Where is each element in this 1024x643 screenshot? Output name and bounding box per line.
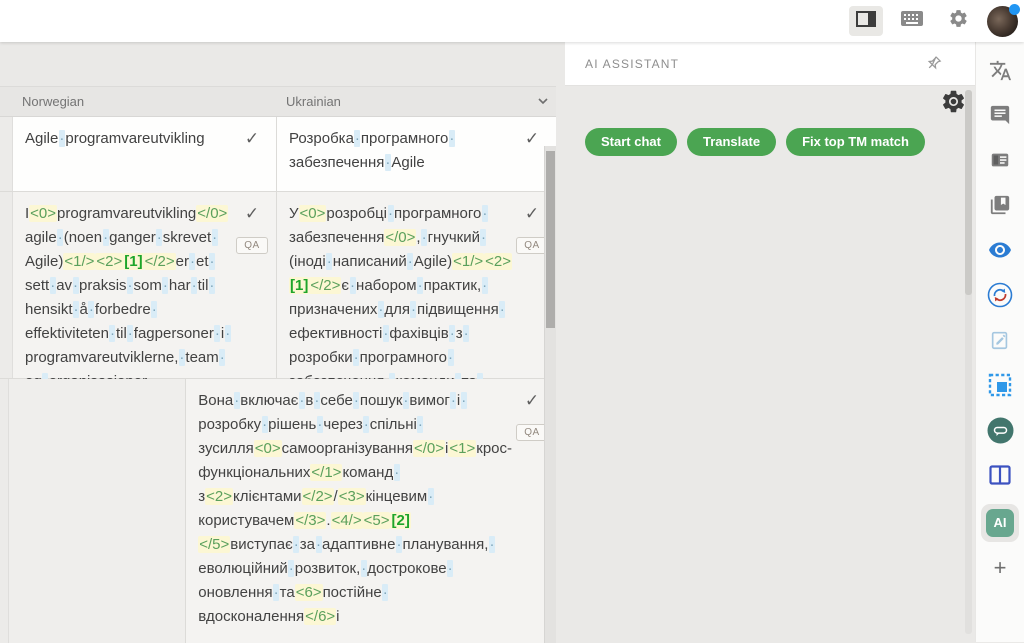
- eye-icon: [988, 238, 1012, 267]
- grid-scrollbar-thumb[interactable]: [546, 151, 555, 328]
- ai-assistant-panel: AI ASSISTANT Start chat Translate Fix to…: [565, 42, 975, 642]
- plus-icon: +: [994, 555, 1007, 581]
- assistant-scrollbar-thumb[interactable]: [965, 90, 972, 295]
- sidebar-item-sync[interactable]: [978, 275, 1023, 320]
- cell-text: I<0>programvareutvikling</0>agile·​(noen…: [25, 202, 232, 394]
- user-avatar[interactable]: [987, 6, 1018, 37]
- top-bar: [0, 0, 1024, 42]
- source-cell[interactable]: Agile·​programvareutvikling ✓: [13, 117, 277, 191]
- row-gutter: [0, 192, 13, 378]
- assistant-settings-gear-icon[interactable]: [940, 88, 967, 120]
- comments-icon: [989, 104, 1011, 131]
- sidebar-item-preview[interactable]: [978, 230, 1023, 275]
- sidebar-item-translate[interactable]: [978, 50, 1023, 95]
- translate-button[interactable]: Translate: [687, 128, 776, 156]
- online-status-dot: [1009, 4, 1020, 15]
- assistant-scrollbar: [965, 90, 972, 634]
- target-cell[interactable]: У<0>розробці·​програмного·​забезпечення<…: [277, 192, 556, 378]
- table-row: Вона·​включає·​в·​себе·​пошук·​вимог·​і·…: [0, 379, 556, 643]
- settings-button[interactable]: [941, 6, 975, 36]
- target-column-header: Ukrainian: [276, 94, 556, 109]
- row-gutter: [0, 379, 9, 643]
- approved-check-icon[interactable]: ✓: [525, 391, 539, 411]
- tools-sidebar: AI +: [975, 42, 1024, 642]
- sidebar-item-screenshot-crop[interactable]: [978, 365, 1023, 410]
- layout-toggle-button[interactable]: [849, 6, 883, 36]
- sidebar-item-chat[interactable]: [978, 410, 1023, 455]
- split-columns-icon: [989, 465, 1011, 490]
- sidebar-item-add[interactable]: +: [978, 545, 1023, 590]
- glossary-book-icon: [989, 194, 1011, 221]
- target-cell[interactable]: Вона·​включає·​в·​себе·​пошук·​вимог·​і·…: [186, 379, 556, 643]
- assistant-quick-actions: Start chat Translate Fix top TM match: [585, 128, 925, 156]
- table-row: Agile·​programvareutvikling ✓ Розробка·​…: [0, 117, 556, 192]
- source-cell[interactable]: I<0>programvareutvikling</0>agile·​(noen…: [13, 192, 277, 378]
- pin-icon[interactable]: [926, 54, 943, 76]
- ai-assistant-selected-bg: AI: [981, 504, 1019, 542]
- qa-issues-badge[interactable]: QA: [516, 237, 547, 254]
- assistant-title: AI ASSISTANT: [585, 57, 679, 71]
- crop-selection-icon: [988, 373, 1012, 402]
- grid-header: Norwegian Ukrainian: [0, 86, 556, 117]
- grid-gutter-header: [0, 87, 12, 116]
- approved-check-icon[interactable]: ✓: [245, 204, 259, 224]
- draft-pencil-icon: [989, 329, 1011, 356]
- ai-assistant-icon: AI: [986, 509, 1014, 537]
- cell-text: Agile·​programvareutvikling: [25, 127, 232, 151]
- sync-arrows-icon: [987, 282, 1013, 313]
- sidebar-item-ai-assistant[interactable]: AI: [978, 500, 1023, 545]
- assistant-body: Start chat Translate Fix top TM match: [565, 86, 975, 642]
- sidebar-item-draft[interactable]: [978, 320, 1023, 365]
- fix-top-tm-match-button[interactable]: Fix top TM match: [786, 128, 925, 156]
- grid-scrollbar: [544, 146, 556, 643]
- chat-circle-icon: [987, 417, 1014, 449]
- translate-icon: [989, 59, 1012, 87]
- qa-issues-badge[interactable]: QA: [236, 237, 267, 254]
- table-row: I<0>programvareutvikling</0>agile·​(noen…: [0, 192, 556, 379]
- approved-check-icon[interactable]: ✓: [525, 129, 539, 149]
- keyboard-icon: [901, 11, 923, 31]
- sidebar-item-translation-memory[interactable]: [978, 140, 1023, 185]
- source-cell-empty[interactable]: [9, 379, 186, 643]
- row-gutter: [0, 117, 13, 191]
- translation-memory-icon: [989, 149, 1011, 176]
- chevron-down-icon[interactable]: [536, 94, 550, 111]
- grid-body: Agile·​programvareutvikling ✓ Розробка·​…: [0, 117, 556, 643]
- assistant-header: AI ASSISTANT: [565, 42, 975, 86]
- sidebar-item-comments[interactable]: [978, 95, 1023, 140]
- sidebar-item-glossary[interactable]: [978, 185, 1023, 230]
- keyboard-shortcuts-button[interactable]: [895, 6, 929, 36]
- translation-grid: Norwegian Ukrainian Agile·​programvareut…: [0, 86, 556, 642]
- layout-icon: [856, 11, 876, 32]
- approved-check-icon[interactable]: ✓: [245, 129, 259, 149]
- sidebar-item-split-view[interactable]: [978, 455, 1023, 500]
- source-column-header: Norwegian: [12, 94, 276, 109]
- cell-text: Розробка·​програмного·​забезпечення·​Agi…: [289, 127, 512, 175]
- target-cell[interactable]: Розробка·​програмного·​забезпечення·​Agi…: [277, 117, 556, 191]
- gear-icon: [948, 8, 969, 34]
- cell-text: Вона·​включає·​в·​себе·​пошук·​вимог·​і·…: [198, 389, 512, 629]
- approved-check-icon[interactable]: ✓: [525, 204, 539, 224]
- qa-issues-badge[interactable]: QA: [516, 424, 547, 441]
- start-chat-button[interactable]: Start chat: [585, 128, 677, 156]
